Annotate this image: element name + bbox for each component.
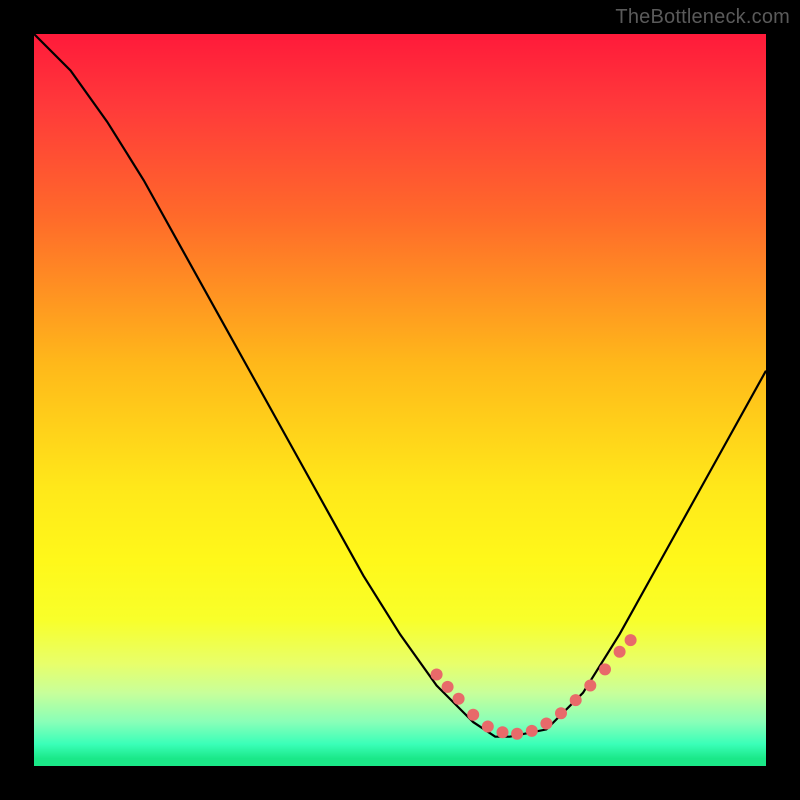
data-marker [526,725,538,737]
data-marker [497,726,509,738]
curve-line [34,34,766,737]
chart-container: TheBottleneck.com [0,0,800,800]
data-marker [482,721,494,733]
data-marker [453,693,465,705]
data-marker [614,646,626,658]
data-marker [431,669,443,681]
data-marker [599,663,611,675]
data-marker [442,681,454,693]
data-marker [570,694,582,706]
plot-area [34,34,766,766]
data-marker [625,634,637,646]
chart-svg [34,34,766,766]
data-marker [511,728,523,740]
data-marker [584,680,596,692]
data-marker [555,707,567,719]
data-marker [467,709,479,721]
data-marker [540,718,552,730]
watermark-text: TheBottleneck.com [615,6,790,29]
data-markers [431,634,637,740]
